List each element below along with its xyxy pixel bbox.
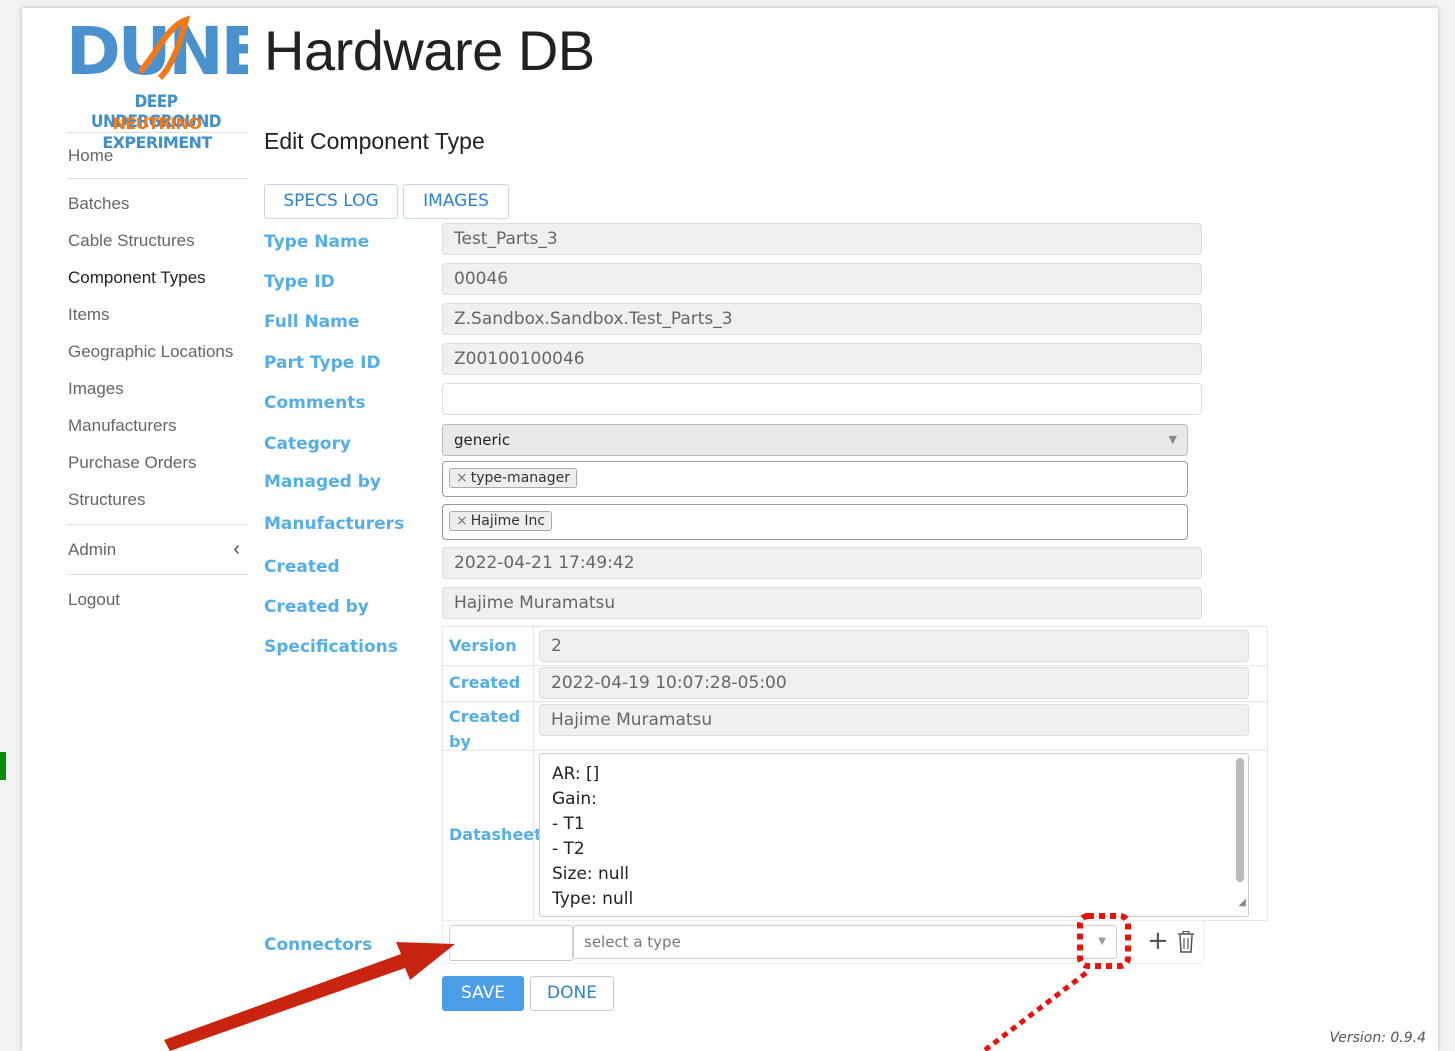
annotation-arrow xyxy=(164,942,455,1051)
annotation-dotted-line xyxy=(983,968,1092,1051)
annotation-overlay xyxy=(164,913,1131,1051)
annotation-highlight-box xyxy=(1077,913,1131,969)
